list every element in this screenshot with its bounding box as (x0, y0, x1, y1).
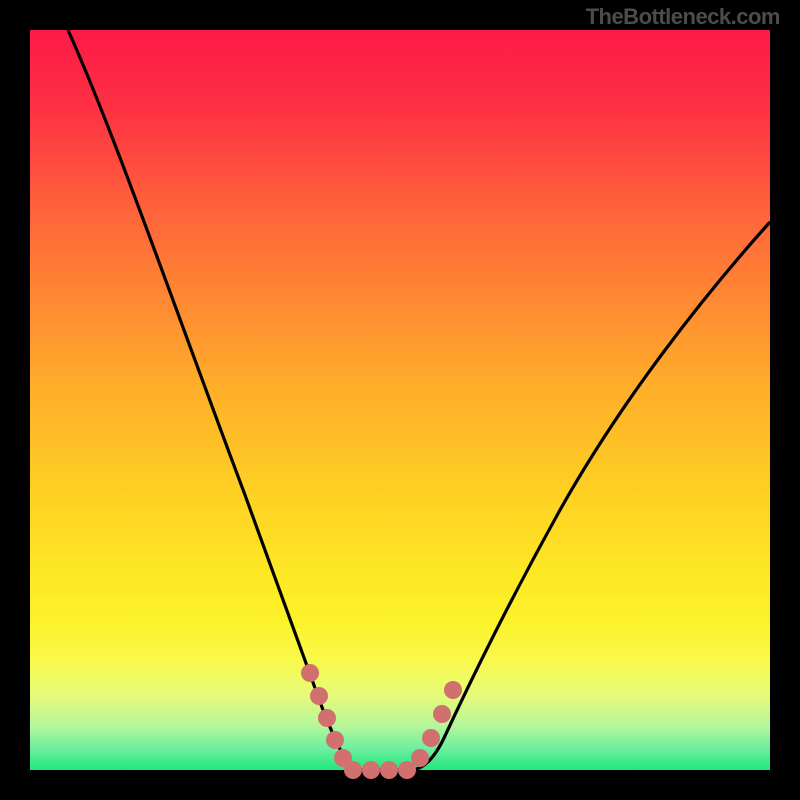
chart-container: TheBottleneck.com (0, 0, 800, 800)
plot-area (30, 30, 770, 770)
watermark-text: TheBottleneck.com (586, 4, 780, 30)
chart-svg (0, 0, 800, 800)
